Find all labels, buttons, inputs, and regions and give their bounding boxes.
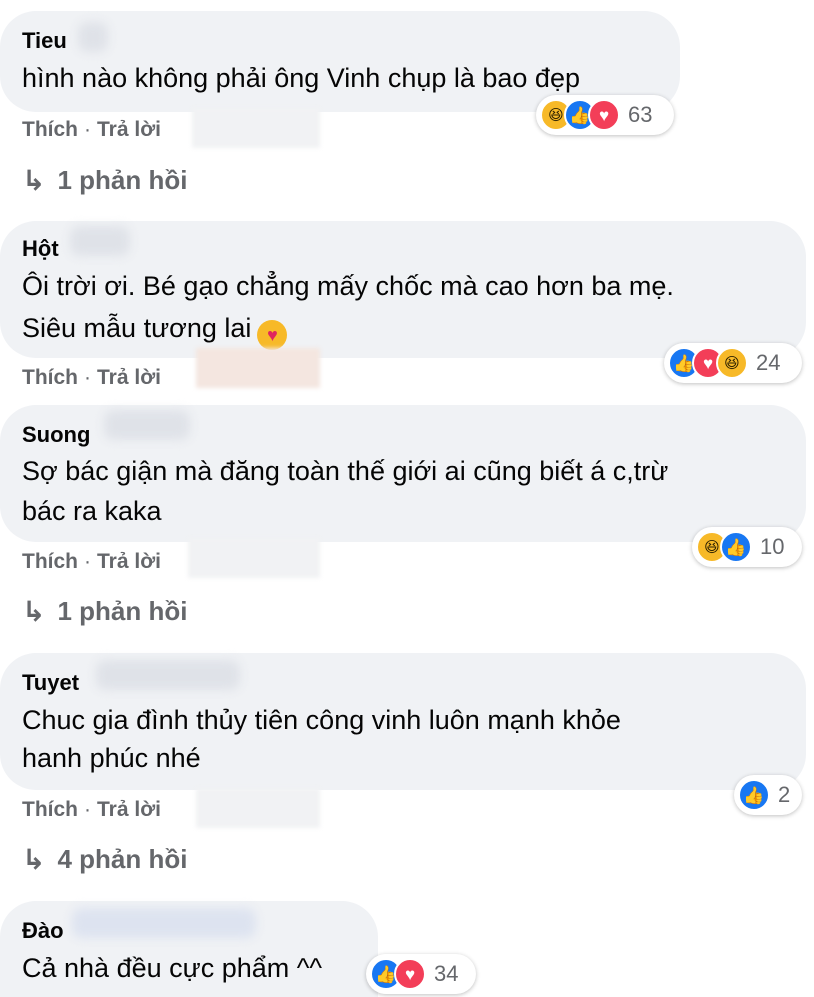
comment-actions: Thích · Trả lời [22, 118, 161, 142]
commenter-name[interactable]: Tieu [22, 28, 67, 54]
comment-text: hanh phúc nhé [22, 743, 201, 773]
timestamp-redacted [196, 348, 320, 388]
thumbs-up-icon: 👍 [720, 531, 752, 563]
reaction-summary[interactable]: 👍 ♥ 34 [366, 954, 476, 994]
comment-actions: Thích · Trả lời [22, 366, 161, 390]
heart-icon: ♥ [394, 958, 426, 990]
name-redacted [70, 226, 130, 256]
name-redacted [96, 660, 240, 690]
comment-text: Siêu mẫu tương lai ♥ [22, 304, 288, 352]
heart-eyes-emoji-icon: ♥ [257, 320, 288, 350]
comment-text: bác ra kaka [22, 496, 162, 526]
reply-link[interactable]: Trả lời [97, 118, 161, 141]
reply-link[interactable]: Trả lời [97, 366, 161, 389]
reaction-summary[interactable]: 👍 ♥ 😆 24 [664, 343, 802, 383]
reply-arrow-icon: ↳ [22, 596, 46, 627]
reaction-count: 2 [778, 782, 791, 807]
reaction-summary[interactable]: 👍 2 [734, 775, 802, 815]
name-redacted [72, 908, 256, 938]
comment-actions: Thích · Trả lời [22, 798, 161, 822]
commenter-name[interactable]: Đào [22, 918, 64, 944]
separator: · [84, 550, 91, 573]
like-link[interactable]: Thích [22, 798, 78, 821]
view-replies-link[interactable]: ↳ 1 phản hồi [22, 595, 187, 628]
reaction-count: 10 [760, 534, 785, 559]
view-replies-link[interactable]: ↳ 4 phản hồi [22, 843, 187, 876]
reaction-summary[interactable]: 😆 👍 10 [692, 527, 802, 567]
reply-link[interactable]: Trả lời [97, 550, 161, 573]
separator: · [84, 366, 91, 389]
separator: · [84, 798, 91, 821]
commenter-name[interactable]: Suong [22, 422, 90, 448]
heart-icon: ♥ [588, 99, 620, 131]
reply-link[interactable]: Trả lời [97, 798, 161, 821]
replies-count: 1 phản hồi [57, 165, 188, 195]
comment-actions: Thích · Trả lời [22, 550, 161, 574]
separator: · [84, 118, 91, 141]
replies-count: 4 phản hồi [57, 844, 188, 874]
laughing-face-icon: 😆 [716, 347, 748, 379]
timestamp-redacted [188, 538, 320, 578]
name-redacted [78, 22, 108, 52]
name-redacted [104, 410, 190, 440]
reaction-count: 24 [756, 350, 781, 375]
reaction-count: 63 [628, 102, 653, 127]
thumbs-up-icon: 👍 [738, 779, 770, 811]
comment-text: hình nào không phải ông Vinh chụp là bao… [22, 63, 580, 93]
commenter-name[interactable]: Tuyet [22, 670, 79, 696]
comment-text: Cả nhà đều cực phẩm ^^ [22, 953, 323, 983]
reply-arrow-icon: ↳ [22, 844, 46, 875]
reaction-summary[interactable]: 😆 👍 ♥ 63 [536, 95, 674, 135]
view-replies-link[interactable]: ↳ 1 phản hồi [22, 164, 187, 197]
replies-count: 1 phản hồi [57, 596, 188, 626]
like-link[interactable]: Thích [22, 118, 78, 141]
like-link[interactable]: Thích [22, 366, 78, 389]
timestamp-redacted [196, 788, 320, 828]
reaction-count: 34 [434, 961, 459, 986]
comment-text: Ôi trời ơi. Bé gạo chẳng mấy chốc mà cao… [22, 271, 674, 301]
commenter-name[interactable]: Hột [22, 236, 59, 262]
reply-arrow-icon: ↳ [22, 165, 46, 196]
timestamp-redacted [192, 108, 320, 148]
like-link[interactable]: Thích [22, 550, 78, 573]
